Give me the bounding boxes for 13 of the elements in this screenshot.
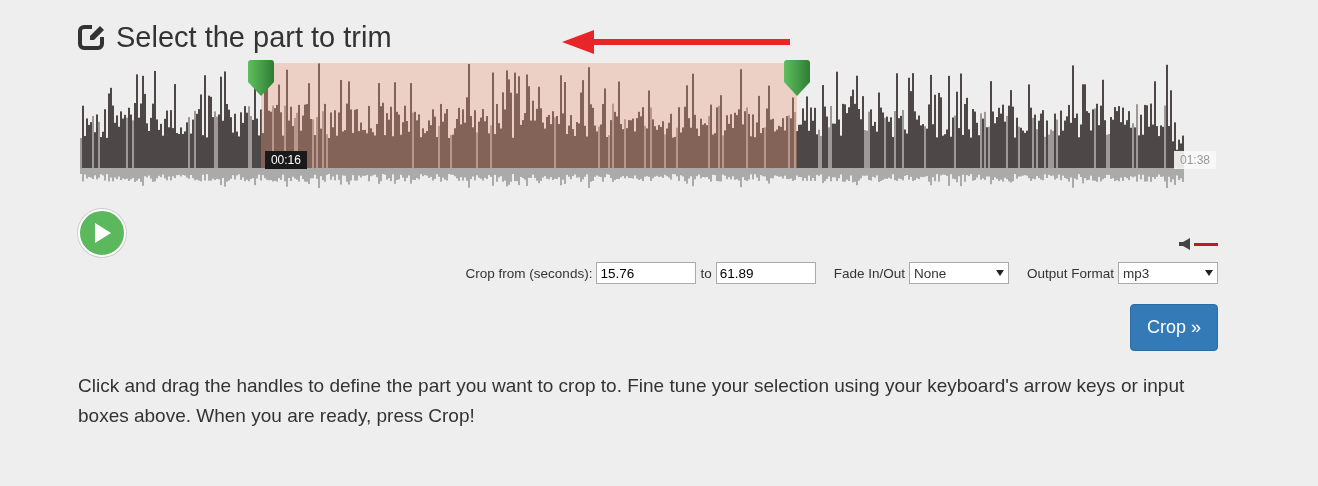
start-time: 00:16 xyxy=(264,151,307,169)
crop-to-field[interactable]: 61.89 xyxy=(715,262,816,284)
page-title: Select the part to trim xyxy=(116,20,392,54)
crop-from-field[interactable]: 15.76 xyxy=(596,262,697,284)
crop-button[interactable]: Crop » xyxy=(1129,304,1218,351)
instructions-text: Click and drag the handles to define the part you want to crop to. Fine tune your selection using your keyboard's arrow keys or input boxes above. When you are ready, press Crop! xyxy=(78,374,1186,428)
fade-select[interactable]: None xyxy=(908,262,1009,284)
format-select[interactable]: mp3 xyxy=(1118,262,1218,284)
to-label: to xyxy=(700,265,712,281)
crop-from-label: Crop from (seconds): xyxy=(465,265,593,281)
fade-label: Fade In/Out xyxy=(833,265,905,281)
format-label: Output Format xyxy=(1026,265,1114,281)
end-time: 01:38 xyxy=(1174,151,1217,169)
